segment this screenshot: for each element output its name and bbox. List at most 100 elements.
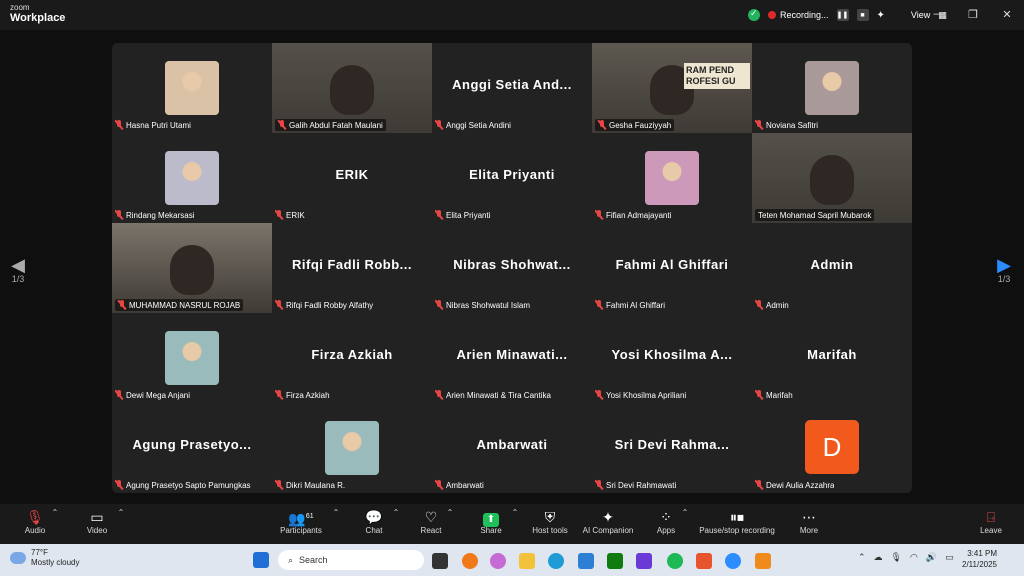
office-icon[interactable] <box>696 553 712 569</box>
video-options-chevron-icon[interactable]: ⌃ <box>91 508 151 517</box>
mic-muted-icon <box>275 300 283 310</box>
participant-tile[interactable]: Elita Priyanti Elita Priyanti <box>432 133 592 223</box>
host-tools-button[interactable]: ⛨ Host tools <box>520 508 580 535</box>
weather-text: Mostly cloudy <box>31 558 80 567</box>
mic-muted-icon <box>595 300 603 310</box>
participant-name: Dewi Aulia Azzahra <box>766 480 835 490</box>
participant-tile[interactable]: Teten Mohamad Sapril Mubarok <box>752 133 912 223</box>
participant-tile[interactable]: Sri Devi Rahma... Sri Devi Rahmawati <box>592 403 752 493</box>
windows-start-icon[interactable] <box>253 552 269 568</box>
participant-tile[interactable]: Nibras Shohwat... Nibras Shohwatul Islam <box>432 223 592 313</box>
mic-muted-icon <box>115 480 123 490</box>
wifi-icon[interactable]: ◠ <box>910 552 918 563</box>
participant-tile[interactable]: Ambarwati Ambarwati <box>432 403 592 493</box>
participant-name-label: Dewi Mega Anjani <box>115 389 190 401</box>
participant-tile[interactable]: Hasna Putri Utami <box>112 43 272 133</box>
participant-tile[interactable]: Yosi Khosilma A... Yosi Khosilma Aprilian… <box>592 313 752 403</box>
app-icon[interactable] <box>636 553 652 569</box>
mic-muted-icon <box>435 390 443 400</box>
participant-tile[interactable]: Dikri Maulana R. <box>272 403 432 493</box>
participant-name: Dikri Maulana R. <box>286 480 346 490</box>
participant-tile[interactable]: Admin Admin <box>752 223 912 313</box>
pause-stop-icon: ⏸⏹ <box>730 509 744 525</box>
zoom-logo: zoom Workplace <box>10 4 65 24</box>
participant-tile[interactable]: Dewi Mega Anjani <box>112 313 272 403</box>
profile-picture <box>165 61 219 115</box>
participant-tile[interactable]: RAM PEND ROFESI GU Gesha Fauziyyah <box>592 43 752 133</box>
ai-companion-button[interactable]: ✦ AI Companion <box>578 508 638 535</box>
taskbar-search[interactable]: ⌕ Search <box>278 550 424 570</box>
participant-name-label: Admin <box>755 299 789 311</box>
leave-label: Leave <box>980 526 1002 535</box>
edge-icon[interactable] <box>548 553 564 569</box>
chevron-left-icon: ◀ <box>11 255 25 275</box>
participant-tile[interactable]: Noviana Safitri <box>752 43 912 133</box>
participant-tile[interactable]: Firza Azkiah Firza Azkiah <box>272 313 432 403</box>
participant-name: ERIK <box>286 210 305 220</box>
mic-muted-icon <box>435 210 443 220</box>
restore-icon[interactable]: ❐ <box>956 0 990 28</box>
react-label: React <box>420 526 442 535</box>
volume-icon[interactable]: 🔊 <box>926 552 937 563</box>
firefox-icon[interactable] <box>462 553 478 569</box>
chevron-right-icon: ▶ <box>997 255 1011 275</box>
participant-display-name: Fahmi Al Ghiffari <box>615 257 729 272</box>
minimize-icon[interactable]: — <box>922 0 956 28</box>
participant-name-label: Rifqi Fadli Robby Alfathy <box>275 299 373 311</box>
title-bar: zoom Workplace Recording... ❚❚ ■ ✦ View … <box>0 0 1024 30</box>
pause-stop-recording-button[interactable]: ⏸⏹ Pause/stop recording <box>692 508 782 535</box>
tray-chevron-icon[interactable]: ⌃ <box>858 552 866 563</box>
mic-muted-icon <box>595 390 603 400</box>
close-icon[interactable]: ✕ <box>990 0 1024 28</box>
participant-tile[interactable]: Marifah Marifah <box>752 313 912 403</box>
spotify-icon[interactable] <box>667 553 683 569</box>
task-view-icon[interactable] <box>432 553 448 569</box>
mic-muted-icon <box>435 480 443 490</box>
participant-tile[interactable]: Rifqi Fadli Robb... Rifqi Fadli Robby Alf… <box>272 223 432 313</box>
participant-name-label: ERIK <box>275 209 305 221</box>
store-icon[interactable] <box>578 553 594 569</box>
participant-name-label: Galih Abdul Fatah Maulani <box>275 119 386 131</box>
ai-companion-label: AI Companion <box>582 526 634 535</box>
file-explorer-icon[interactable] <box>519 553 535 569</box>
zoom-taskbar-icon[interactable] <box>725 553 741 569</box>
participant-tile[interactable]: Anggi Setia And... Anggi Setia Andini <box>432 43 592 133</box>
weather-widget[interactable]: 77°F Mostly cloudy <box>10 548 79 568</box>
participant-tile[interactable]: D Dewi Aulia Azzahra <box>752 403 912 493</box>
more-button[interactable]: ⋯ More <box>779 508 839 535</box>
pause-recording-icon[interactable]: ❚❚ <box>836 9 849 21</box>
participant-tile[interactable]: ERIK ERIK <box>272 133 432 223</box>
participant-tile[interactable]: MUHAMMAD NASRUL ROJAB <box>112 223 272 313</box>
battery-icon[interactable]: ▭ <box>945 552 954 563</box>
participant-name-label: Yosi Khosilma Apriliani <box>595 389 686 401</box>
xbox-icon[interactable] <box>607 553 623 569</box>
participant-name-label: Dewi Aulia Azzahra <box>755 479 834 491</box>
participant-tile[interactable]: Agung Prasetyo... Agung Prasetyo Sapto Pa… <box>112 403 272 493</box>
encryption-shield-icon[interactable] <box>748 8 760 21</box>
participant-name-label: Fifian Admajayanti <box>595 209 671 221</box>
participant-tile[interactable]: Rindang Mekarsasi <box>112 133 272 223</box>
participants-label: Participants <box>280 526 322 535</box>
audio-label: Audio <box>24 526 46 535</box>
participant-name-label: Arien Minawati & Tira Cantika <box>435 389 551 401</box>
taskbar-clock[interactable]: 3:41 PM 2/11/2025 <box>962 548 997 570</box>
mic-icon[interactable]: 🎙 <box>891 552 902 563</box>
participant-name: Fahmi Al Ghiffari <box>606 300 665 310</box>
leave-button[interactable]: ⍈ Leave <box>961 508 1021 535</box>
participant-display-name: ERIK <box>335 167 369 182</box>
copilot-icon[interactable] <box>490 553 506 569</box>
next-page-button[interactable]: ▶ 1/3 <box>994 256 1014 284</box>
participant-tile[interactable]: Fahmi Al Ghiffari Fahmi Al Ghiffari <box>592 223 752 313</box>
participant-tile[interactable]: Arien Minawati... Arien Minawati & Tira C… <box>432 313 592 403</box>
participant-tile[interactable]: Galih Abdul Fatah Maulani <box>272 43 432 133</box>
participant-name: Agung Prasetyo Sapto Pamungkas <box>126 480 251 490</box>
stop-recording-icon[interactable]: ■ <box>856 9 869 21</box>
sparkle-icon[interactable]: ✦ <box>877 10 885 21</box>
participant-name-label: Anggi Setia Andini <box>435 119 511 131</box>
participant-name: Elita Priyanti <box>446 210 491 220</box>
vlc-icon[interactable] <box>755 553 771 569</box>
participant-tile[interactable]: Fifian Admajayanti <box>592 133 752 223</box>
prev-page-button[interactable]: ◀ 1/3 <box>8 256 28 284</box>
onedrive-icon[interactable]: ☁ <box>874 552 883 563</box>
participant-name-label: Firza Azkiah <box>275 389 330 401</box>
